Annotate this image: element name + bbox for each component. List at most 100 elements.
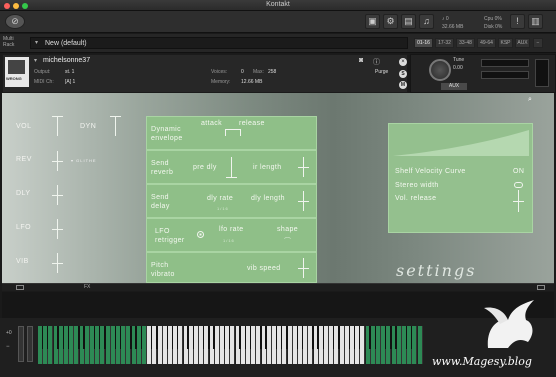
predly-slider[interactable] [231, 157, 232, 177]
vol-slider[interactable] [57, 116, 58, 136]
output-label: Output: [34, 69, 51, 75]
memory-label: Memory: [211, 79, 231, 85]
snapshot-camera-icon[interactable]: ◙ [359, 57, 363, 64]
close-instrument-icon[interactable]: × [399, 58, 407, 66]
pan-slider[interactable] [481, 71, 529, 79]
instrument-collapse-icon[interactable]: ▾ [34, 57, 37, 64]
info-icon[interactable]: ⓘ [373, 57, 380, 67]
keyboard-toggle-icon[interactable]: ♫ [419, 14, 434, 29]
lfo-slider-handle[interactable] [52, 229, 63, 230]
preset-field[interactable]: ▾ New (default) [30, 37, 408, 49]
instrument-status-bar: FX [2, 283, 554, 291]
memory-readout: 32.66 MB [442, 24, 464, 30]
vol-slider-handle[interactable] [52, 116, 63, 117]
rack-page-tab-aux[interactable]: AUX [515, 38, 530, 48]
ir-length-slider-handle[interactable] [298, 167, 309, 168]
zoom-icon[interactable]: ⌕ [528, 96, 532, 104]
rack-page-tab-ksp[interactable]: KSP [498, 38, 513, 48]
lfo-rate-value[interactable]: 1/16 [223, 238, 235, 243]
envelope-shape-icon[interactable] [225, 129, 241, 136]
piano-white-key[interactable] [417, 326, 423, 364]
window-title: Kontakt [266, 1, 290, 8]
tune-label: Tune [453, 57, 465, 63]
lfo-label: LFO [16, 224, 32, 231]
dly-rate-label: dly rate [207, 195, 234, 202]
purge-button[interactable]: Purge [375, 69, 388, 75]
gear-icon[interactable]: ⚙ [383, 14, 398, 29]
dly-rate-value[interactable]: 1/16 [217, 206, 229, 211]
logo-mark-icon [8, 60, 25, 74]
vol-label: VOL [16, 123, 32, 130]
octave-down-label[interactable]: − [6, 344, 10, 350]
level-meter [535, 59, 549, 87]
vib-slider-handle[interactable] [52, 263, 63, 264]
vol-release-label: Vol. release [395, 195, 437, 202]
warning-icon[interactable]: ! [510, 14, 525, 29]
mod-wheel[interactable] [27, 326, 33, 362]
view-toggle-icon[interactable] [16, 285, 24, 290]
virtual-keyboard: +0 − [0, 318, 556, 377]
vol-release-slider-handle[interactable] [513, 201, 524, 202]
ir-length-label: ir length [253, 164, 282, 171]
send-delay-box: Send delay dly rate 1/16 dly length [146, 184, 317, 218]
dynamic-envelope-box: Dynamic envelope attack release [146, 116, 317, 150]
midi-label: MIDI Ch: [34, 79, 54, 85]
lfo-box: LFO retrigger lfo rate 1/16 shape ⌒ [146, 218, 317, 252]
predly-slider-handle[interactable] [226, 177, 237, 178]
cpu-label: Cpu [484, 16, 494, 22]
instrument-name[interactable]: michelsonne37 [43, 57, 90, 64]
main-toolbar: ⊘ ▣ ⚙ ▤ ♫ ♪ 0 32.66 MB Cpu 0% Disk 0% ! … [0, 11, 556, 33]
tune-value: 0.00 [453, 65, 463, 71]
attack-label: attack [201, 120, 223, 127]
instrument-panel: VOL DYN REV ▾ GLITHE DLY LFO VIB Dynamic… [2, 93, 554, 283]
dly-slider-handle[interactable] [52, 195, 63, 196]
vib-label: VIB [16, 258, 29, 265]
rack-page-tab-2[interactable]: 17-32 [435, 38, 454, 48]
keyboard-keys[interactable] [38, 318, 554, 377]
dyn-slider-handle[interactable] [110, 116, 121, 117]
vib-speed-slider-handle[interactable] [298, 268, 309, 269]
cpu-value: 0% [494, 16, 502, 22]
vib-speed-label: vib speed [247, 265, 281, 272]
mute-button[interactable]: M [399, 81, 407, 89]
instrument-header: WRONG ▾ michelsonne37 Output: st. 1 MIDI… [2, 54, 408, 93]
dly-length-slider-handle[interactable] [298, 201, 309, 202]
tune-knob[interactable] [429, 59, 451, 81]
title-bar: Kontakt [0, 0, 556, 11]
ni-logo-icon[interactable]: ⊘ [5, 14, 25, 29]
output-value[interactable]: st. 1 [65, 69, 74, 75]
lfo-retrigger-toggle[interactable] [197, 231, 204, 238]
solo-button[interactable]: S [399, 70, 407, 78]
shelf-velocity-toggle[interactable]: ON [513, 168, 524, 175]
aux-button[interactable]: AUX [441, 83, 467, 90]
dyn-slider[interactable] [115, 116, 116, 136]
dynamic-envelope-label: Dynamic envelope [151, 126, 183, 142]
glitch-toggle[interactable]: ▾ GLITHE [71, 158, 97, 163]
memory-value: 12.66 MB [241, 79, 263, 85]
velocity-curve-graph[interactable] [393, 128, 529, 156]
rack-page-tab-4[interactable]: 49-64 [477, 38, 496, 48]
panel-toggle-icon[interactable]: ▥ [528, 14, 543, 29]
view-icon[interactable]: ▤ [401, 14, 416, 29]
rack-page-tab-1[interactable]: 01-16 [414, 38, 433, 48]
rack-page-tab-3[interactable]: 33-48 [456, 38, 475, 48]
dly-label: DLY [16, 190, 31, 197]
send-reverb-label: Send reverb [151, 160, 174, 176]
rev-slider-handle[interactable] [52, 161, 63, 162]
pitch-wheel[interactable] [18, 326, 24, 362]
midi-value[interactable]: [A] 1 [65, 79, 75, 85]
octave-up-label[interactable]: +0 [6, 330, 12, 336]
rack-collapse-icon[interactable]: − [533, 38, 543, 48]
stereo-width-toggle[interactable] [514, 182, 523, 188]
status-right-icon[interactable] [537, 285, 545, 290]
save-icon[interactable]: ▣ [365, 14, 380, 29]
max-label: Max: [253, 69, 264, 75]
shape-selector-icon[interactable]: ⌒ [284, 236, 292, 246]
rack-empty-area [2, 292, 554, 318]
shelf-velocity-label: Shelf Velocity Curve [395, 168, 466, 175]
stereo-width-label: Stereo width [395, 182, 439, 189]
volume-slider[interactable] [481, 59, 529, 67]
preset-dropdown-icon[interactable]: ▾ [35, 39, 38, 46]
max-value[interactable]: 258 [268, 69, 276, 75]
griffin-watermark-icon [484, 300, 534, 348]
